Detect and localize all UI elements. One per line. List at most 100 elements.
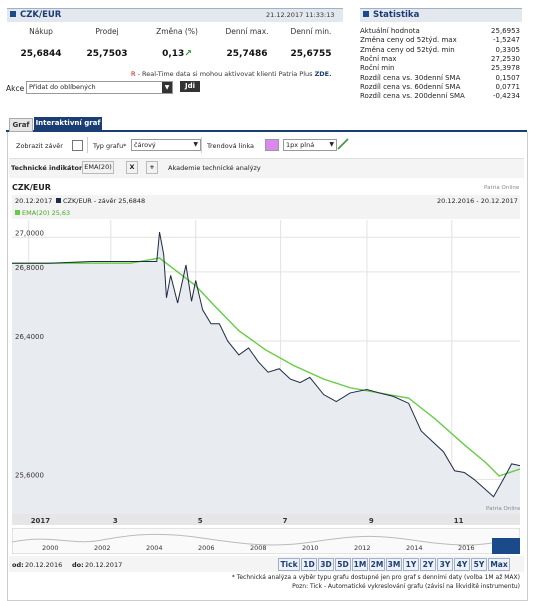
akce-label: Akce [6, 84, 25, 93]
change-up-arrow-icon: ↗ [184, 49, 192, 59]
stats-value: 0,1507 [495, 73, 521, 82]
dropdown-arrow-icon: ▼ [162, 82, 172, 93]
range-button-5y[interactable]: 5Y [471, 558, 487, 571]
go-button[interactable]: Jdi [180, 81, 200, 92]
y-tick-label: 26,8000 [15, 264, 44, 272]
stats-value: -0,4234 [492, 92, 520, 101]
x-tick-label: 5 [198, 517, 203, 525]
to-date-input[interactable]: 20.12.2017 [85, 561, 122, 569]
indicator-ema: EMA(20) [82, 161, 114, 174]
tab-graf[interactable]: Graf [9, 118, 33, 132]
from-label: od: [12, 561, 24, 569]
chart-type-label: Typ grafu* [93, 142, 127, 150]
stats-row: Rozdíl cena vs. 200denní SMA -0,4234 [360, 92, 520, 100]
x-tick-label: 11 [454, 517, 464, 525]
quote-datetime: 21.12.2017 11:33:13 [266, 11, 335, 19]
header-sell: Prodej [95, 27, 119, 36]
stats-row: Rozdíl cena vs. 30denní SMA 0,1507 [360, 74, 520, 82]
title-marker-icon [363, 11, 369, 17]
navigator-year-label: 2014 [406, 544, 423, 552]
realtime-note: R - Real-Time data si mohou aktivovat kl… [131, 70, 332, 78]
tech-indicators-label: Technické indikátory*: [11, 164, 93, 172]
navigator-year-label: 2006 [198, 544, 215, 552]
navigator-year-label: 2004 [146, 544, 163, 552]
chevron-down-icon: ▼ [193, 141, 198, 148]
quote-title: CZK/EUR [10, 10, 61, 20]
x-tick-label: 9 [369, 517, 374, 525]
tab-interactive-graph[interactable]: Interaktivní graf [34, 117, 102, 130]
stats-label: Aktuální hodnota [360, 27, 420, 35]
range-button-3m[interactable]: 3M [386, 558, 402, 571]
navigator-year-label: 2012 [354, 544, 371, 552]
stats-row: Změna ceny od 52týd. max -1,5247 [360, 36, 520, 44]
header-change: Změna (%) [156, 27, 198, 36]
stats-value: 0,0771 [495, 82, 521, 91]
trend-width-select[interactable]: 1px plná ▼ [283, 139, 337, 151]
range-button-3y[interactable]: 3Y [437, 558, 453, 571]
value-sell: 25,7503 [86, 49, 128, 59]
range-button-1m[interactable]: 1M [352, 558, 368, 571]
from-date-input[interactable]: 20.12.2016 [25, 561, 62, 569]
range-button-1d[interactable]: 1D [301, 558, 317, 571]
range-button-2m[interactable]: 2M [369, 558, 385, 571]
stats-value: 25,6953 [491, 27, 520, 35]
chart-title: CZK/EUR [12, 183, 51, 192]
x-tick-label: 3 [113, 517, 118, 525]
show-close-checkbox[interactable] [72, 140, 83, 151]
stats-row: Rozdíl cena vs. 60denní SMA 0,0771 [360, 83, 520, 91]
stats-value: 27,2530 [491, 54, 520, 63]
y-tick-label: 25,6000 [15, 471, 44, 479]
y-tick-label: 27,0000 [15, 229, 44, 237]
chart-type-select[interactable]: čárový ▼ [131, 139, 201, 151]
stats-row: Roční max 27,2530 [360, 55, 520, 63]
value-day-max: 25,7486 [226, 49, 268, 59]
range-button-2y[interactable]: 2Y [420, 558, 436, 571]
navigator-year-label: 2002 [94, 544, 111, 552]
time-navigator[interactable]: 2000 2002 2004 2006 2008 2010 2012 2014 2016 [12, 528, 520, 554]
control-divider [201, 137, 202, 153]
header-buy: Nákup [29, 27, 53, 36]
footnote-2: Pozn: Tick - Automatické vykreslování gr… [292, 583, 520, 590]
header-day-max: Denní max. [225, 27, 269, 36]
legend-series: CZK/EUR - závěr 25,6848 [63, 197, 146, 205]
quote-table: Nákup Prodej Změna (%) Denní max. Denní … [4, 27, 344, 67]
stats-row: Roční min 25,3978 [360, 64, 520, 72]
chart-source-watermark: Patria Online [486, 506, 520, 512]
trend-color-swatch[interactable] [265, 139, 279, 151]
range-button-5d[interactable]: 5D [335, 558, 351, 571]
draw-trend-line-icon[interactable] [337, 138, 349, 150]
value-day-min: 25,6755 [290, 49, 332, 59]
range-button-3d[interactable]: 3D [318, 558, 334, 571]
x-tick-label: 2017 [31, 517, 51, 525]
show-close-label: Zobrazit závěr [16, 142, 63, 150]
value-buy: 25,6844 [20, 49, 62, 59]
akce-select[interactable]: Přidat do oblíbených ▼ [26, 81, 173, 94]
trend-line-label: Trendová linka [207, 142, 255, 150]
navigator-year-label: 2016 [458, 544, 475, 552]
stats-row: Změna ceny od 52týd. min 0,3305 [360, 46, 520, 54]
header-day-min: Denní min. [290, 27, 332, 36]
navigator-year-label: 2000 [42, 544, 59, 552]
remove-indicator-button[interactable]: X [126, 161, 138, 174]
range-button-max[interactable]: Max [488, 558, 510, 571]
stats-value: 25,3978 [491, 64, 520, 73]
add-indicator-button[interactable]: + [146, 161, 158, 174]
stats-value: -1,5247 [492, 36, 520, 45]
legend-date: 20.12.2017 [15, 197, 53, 205]
stats-title: Statistika [363, 10, 419, 20]
navigator-selected-window [492, 538, 520, 554]
range-button-tick[interactable]: Tick [278, 558, 300, 571]
realtime-link[interactable]: ZDE. [315, 70, 332, 78]
legend-series-marker [56, 198, 61, 203]
chart-source-top: Patria Online [484, 185, 520, 191]
stats-value: 0,3305 [495, 45, 521, 54]
stats-label: Rozdíl cena vs. 60denní SMA [360, 82, 461, 91]
chevron-down-icon: ▼ [329, 141, 334, 148]
x-tick-label: 7 [283, 517, 288, 525]
price-chart[interactable]: 27,0000 26,8000 26,4000 25,6000 2017 3 5 7 9 11 Pa… [12, 220, 520, 525]
legend-range: 20.12.2016 - 20.12.2017 [437, 197, 518, 205]
range-button-4y[interactable]: 4Y [454, 558, 470, 571]
control-divider [87, 137, 88, 153]
academy-link[interactable]: Akademie technické analýzy [168, 164, 261, 172]
range-button-1y[interactable]: 1Y [403, 558, 419, 571]
